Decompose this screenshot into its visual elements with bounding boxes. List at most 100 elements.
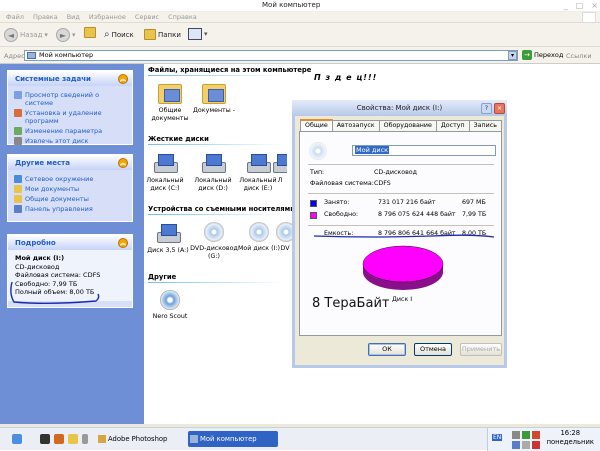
task-eject-disk[interactable]: Извлечь этот диск [8,136,132,146]
item-label: Локальный диск (C:) [146,177,184,192]
window-controls: _ □ × [564,0,598,11]
forward-button[interactable]: ► ▾ [56,28,76,42]
place-control-panel[interactable]: Панель управления [8,204,132,214]
drive-a[interactable]: Диск 3,5 (A:) [143,222,193,255]
address-label: Адрес [4,52,25,60]
section-separator [148,75,283,76]
cancel-button[interactable]: Отмена [414,343,452,356]
tab-sharing[interactable]: Доступ [435,120,470,131]
divider [308,164,494,165]
menu-help[interactable]: Справка [168,13,197,21]
go-label: Переход [534,51,564,59]
other-places-panel: Другие места ︽ Сетевое окружение Мои док… [7,154,133,222]
collapse-icon[interactable]: ︽ [118,237,128,248]
place-label: Мои документы [25,185,80,193]
details-fs: Файловая система: CDFS [15,271,101,279]
tray-icon[interactable] [522,441,530,449]
item-label: Nero Scout [152,313,188,320]
place-network[interactable]: Сетевое окружение [8,174,132,184]
place-my-documents[interactable]: Мои документы [8,184,132,194]
fs-label: Файловая система: [310,180,374,187]
drive-c[interactable]: Локальный диск (C:) [140,152,190,192]
type-label: Тип: [310,169,325,176]
up-folder-icon [84,27,96,38]
quicklaunch-icon[interactable] [68,434,78,444]
folder-shared-documents[interactable]: Общие документы [145,84,195,122]
minimize-icon[interactable]: _ [564,1,568,10]
help-icon[interactable]: ? [481,103,492,114]
drive-g[interactable]: DVD-дисковод (G:) [189,222,239,260]
start-icon[interactable] [12,434,22,444]
disk-name-field[interactable]: Мой диск [352,145,496,156]
photoshop-icon [98,435,106,443]
other-places-header[interactable]: Другие места ︽ [8,155,132,170]
clock[interactable]: 16:28 понедельник [547,429,594,447]
tab-autorun[interactable]: Автозапуск [331,120,380,131]
folder-icon [14,185,22,193]
properties-dialog: Свойства: Мой диск (I:) ? × Общие Автоза… [292,100,507,368]
task-add-remove-programs[interactable]: Установка и удаление программ [8,108,132,126]
control-panel-icon [14,205,22,213]
up-folder-button[interactable] [84,27,96,38]
menu-file[interactable]: Файл [6,13,24,21]
task-label: Просмотр сведений о системе [25,91,100,107]
nero-scout[interactable]: Nero Scout [145,290,195,321]
programs-icon [14,109,22,117]
go-button[interactable]: → Переход [522,50,563,60]
pen-underline-mark [313,234,495,238]
more-quicklaunch-icon[interactable] [82,434,88,444]
drive-partial[interactable]: Л [268,152,292,185]
language-indicator[interactable]: EN [492,434,503,441]
pen-underline-mark [10,281,100,304]
tab-recording[interactable]: Запись [468,120,502,131]
details-header[interactable]: Подробно ︽ [8,235,132,250]
disk-usage-pie [362,245,444,290]
tray-icon[interactable] [532,431,540,439]
maximize-icon[interactable]: □ [576,1,584,10]
folder-documents[interactable]: Документы - [189,84,239,115]
close-icon[interactable]: × [591,1,598,10]
task-change-setting[interactable]: Изменение параметра [8,126,132,136]
address-input[interactable]: Мой компьютер [24,50,518,61]
folders-button[interactable]: Папки [144,29,181,40]
collapse-icon[interactable]: ︽ [118,73,128,84]
menu-view[interactable]: Вид [67,13,80,21]
quicklaunch-icon[interactable] [40,434,50,444]
quicklaunch-icon[interactable] [54,434,64,444]
system-tray: EN 16:28 понедельник [487,428,600,451]
back-button[interactable]: ◄ Назад ▾ [4,28,48,42]
folder-icon [14,195,22,203]
dialog-title: Свойства: Мой диск (I:) [356,104,443,112]
tab-hardware[interactable]: Оборудование [378,120,437,131]
drive-d[interactable]: Локальный диск (D:) [188,152,238,192]
task-label: Установка и удаление программ [25,109,102,125]
apply-button[interactable]: Применить [460,343,502,356]
menu-favorites[interactable]: Избранное [89,13,126,21]
disk-name-value: Мой диск [355,146,390,154]
ok-button[interactable]: ОК [368,343,406,356]
dialog-title-bar[interactable]: Свойства: Мой диск (I:) ? × [292,100,507,116]
place-shared-documents[interactable]: Общие документы [8,194,132,204]
collapse-icon[interactable]: ︽ [118,157,128,168]
chevron-down-icon: ▾ [44,31,48,39]
taskbar-item-photoshop[interactable]: Adobe Photoshop [96,431,182,447]
system-tasks-title: Системные задачи [15,74,91,83]
tray-icon[interactable] [522,431,530,439]
search-button[interactable]: ⌕ Поиск [104,29,134,40]
other-places-title: Другие места [15,158,70,167]
annotation-text: П з д е ц!!! [314,73,378,82]
close-icon[interactable]: × [494,103,505,114]
address-dropdown-icon[interactable]: ▾ [508,51,517,60]
system-tasks-header[interactable]: Системные задачи ︽ [8,71,132,86]
tray-icon[interactable] [512,441,520,449]
links-label[interactable]: Ссылки [566,52,592,60]
menu-edit[interactable]: Правка [33,13,58,21]
section-title-removable: Устройства со съемными носителями [148,205,295,213]
tray-icon[interactable] [512,431,520,439]
task-view-system-info[interactable]: Просмотр сведений о системе [8,90,132,108]
tab-general[interactable]: Общие [300,119,333,131]
views-button[interactable]: ▾ [188,28,208,40]
taskbar-item-my-computer[interactable]: Мой компьютер [188,431,278,447]
menu-tools[interactable]: Сервис [135,13,159,21]
tray-icon[interactable] [532,441,540,449]
